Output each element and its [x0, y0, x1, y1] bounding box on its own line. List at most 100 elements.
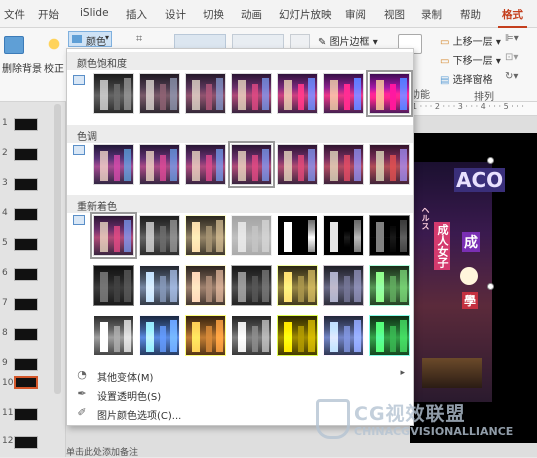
tab-format[interactable]: 格式 — [498, 7, 527, 29]
color-preset-swatch[interactable] — [139, 73, 180, 114]
swatch-building — [206, 155, 212, 181]
color-preset-swatch[interactable] — [139, 215, 180, 256]
tab-help[interactable]: 帮助 — [460, 7, 481, 22]
swatch-building — [390, 276, 396, 302]
more-variations-item[interactable]: ◔ 其他变体(M) ▸ — [67, 366, 413, 384]
color-preset-swatch[interactable] — [323, 265, 364, 306]
eyedropper-icon: ✒ — [77, 387, 87, 400]
color-preset-swatch[interactable] — [231, 315, 272, 356]
color-preset-swatch[interactable] — [323, 73, 364, 114]
slide-thumbnail[interactable] — [14, 208, 38, 221]
color-preset-swatch[interactable] — [228, 141, 275, 188]
color-preset-swatch[interactable] — [185, 315, 226, 356]
color-preset-swatch[interactable] — [323, 315, 364, 356]
selection-pane-label: 选择窗格 — [452, 75, 493, 86]
slide-thumbnail[interactable] — [14, 238, 38, 251]
resize-handle[interactable] — [487, 157, 494, 164]
swatch-building — [100, 151, 108, 181]
swatch-building — [298, 155, 304, 181]
color-preset-swatch[interactable] — [93, 265, 134, 306]
remove-background-button[interactable]: 删除背景 — [2, 60, 42, 75]
tab-islide[interactable]: iSlide — [80, 7, 109, 19]
color-preset-swatch[interactable] — [231, 265, 272, 306]
selection-pane-button[interactable]: ▤ 选择窗格 — [440, 71, 493, 86]
tab-insert[interactable]: 插入 — [126, 7, 147, 22]
swatch-building — [390, 155, 396, 181]
tab-animations[interactable]: 动画 — [241, 7, 262, 22]
swatch-building — [400, 149, 407, 181]
color-preset-swatch[interactable] — [369, 315, 410, 356]
slide-thumbnail[interactable] — [14, 118, 38, 131]
color-preset-swatch[interactable] — [185, 144, 226, 185]
slide-thumbnail[interactable] — [14, 298, 38, 311]
color-preset-swatch[interactable] — [369, 144, 410, 185]
crop-icon[interactable]: ⌗ — [136, 32, 142, 46]
slide-thumbnail[interactable] — [14, 268, 38, 281]
color-preset-swatch[interactable] — [93, 144, 134, 185]
tab-home[interactable]: 开始 — [38, 7, 59, 22]
color-preset-swatch[interactable] — [277, 265, 318, 306]
bring-forward-button[interactable]: ▭ 上移一层 ▾ — [440, 33, 501, 48]
color-preset-swatch[interactable] — [90, 212, 137, 259]
tab-design[interactable]: 设计 — [165, 7, 186, 22]
slide-thumbnail[interactable] — [14, 358, 38, 371]
slide-thumbnail[interactable] — [14, 148, 38, 161]
align-icon[interactable]: ⊫▾ — [505, 33, 519, 44]
color-preset-swatch[interactable] — [323, 144, 364, 185]
resize-handle[interactable] — [487, 283, 494, 290]
swatch-building — [100, 80, 108, 110]
neon-sign-aco: ACO — [454, 168, 506, 192]
rotate-icon[interactable]: ↻▾ — [505, 71, 518, 82]
group-icon[interactable]: ⊡▾ — [505, 52, 518, 63]
color-preset-swatch[interactable] — [323, 215, 364, 256]
swatch-building — [170, 149, 177, 181]
picture-border-button[interactable]: ✎ 图片边框 ▾ — [318, 33, 378, 48]
swatch-building — [206, 326, 212, 352]
swatch-building — [252, 155, 258, 181]
color-preset-swatch[interactable] — [93, 73, 134, 114]
slide-thumbnail-selected[interactable] — [14, 376, 38, 389]
tab-slideshow[interactable]: 幻灯片放映 — [279, 7, 332, 22]
corrections-button[interactable]: 校正 — [44, 60, 64, 75]
swatch-building — [376, 151, 384, 181]
color-preset-swatch[interactable] — [139, 315, 180, 356]
slide-thumbnail[interactable] — [14, 408, 38, 421]
swatch-building — [354, 149, 361, 181]
swatch-building — [400, 320, 407, 352]
color-preset-swatch[interactable] — [231, 73, 272, 114]
palette-icon: ◔ — [77, 368, 87, 381]
watermark-logo-icon — [316, 399, 350, 439]
slide-thumbnail[interactable] — [14, 328, 38, 341]
color-button[interactable]: 颜色 ▾ — [68, 31, 112, 48]
color-preset-swatch[interactable] — [369, 265, 410, 306]
color-preset-swatch[interactable] — [231, 215, 272, 256]
tab-record[interactable]: 录制 — [421, 7, 442, 22]
color-preset-swatch[interactable] — [369, 215, 410, 256]
color-preset-swatch[interactable] — [139, 144, 180, 185]
tab-view[interactable]: 视图 — [384, 7, 405, 22]
color-preset-swatch[interactable] — [185, 215, 226, 256]
slide-number: 3 — [2, 178, 8, 188]
swatch-building — [400, 220, 407, 252]
swatch-building — [262, 270, 269, 302]
color-preset-swatch[interactable] — [185, 73, 226, 114]
color-preset-swatch[interactable] — [277, 315, 318, 356]
tab-transitions[interactable]: 切换 — [203, 7, 224, 22]
slide-thumbnail[interactable] — [14, 178, 38, 191]
color-preset-swatch[interactable] — [93, 315, 134, 356]
color-preset-swatch[interactable] — [277, 144, 318, 185]
slide-thumbnail[interactable] — [14, 436, 38, 449]
swatch-building — [192, 322, 200, 352]
send-backward-button[interactable]: ▭ 下移一层 ▾ — [440, 52, 501, 67]
street-lamp — [460, 267, 478, 285]
tab-review[interactable]: 审阅 — [345, 7, 366, 22]
swatch-building — [160, 155, 166, 181]
color-preset-swatch[interactable] — [366, 70, 413, 117]
tab-file[interactable]: 文件 — [4, 7, 25, 22]
color-preset-swatch[interactable] — [277, 215, 318, 256]
rail-scrollbar[interactable] — [54, 104, 61, 394]
color-preset-swatch[interactable] — [277, 73, 318, 114]
color-preset-swatch[interactable] — [139, 265, 180, 306]
neon-street-photo[interactable]: ACO ヘルス 成人女子 成 學 — [412, 162, 506, 402]
color-preset-swatch[interactable] — [185, 265, 226, 306]
